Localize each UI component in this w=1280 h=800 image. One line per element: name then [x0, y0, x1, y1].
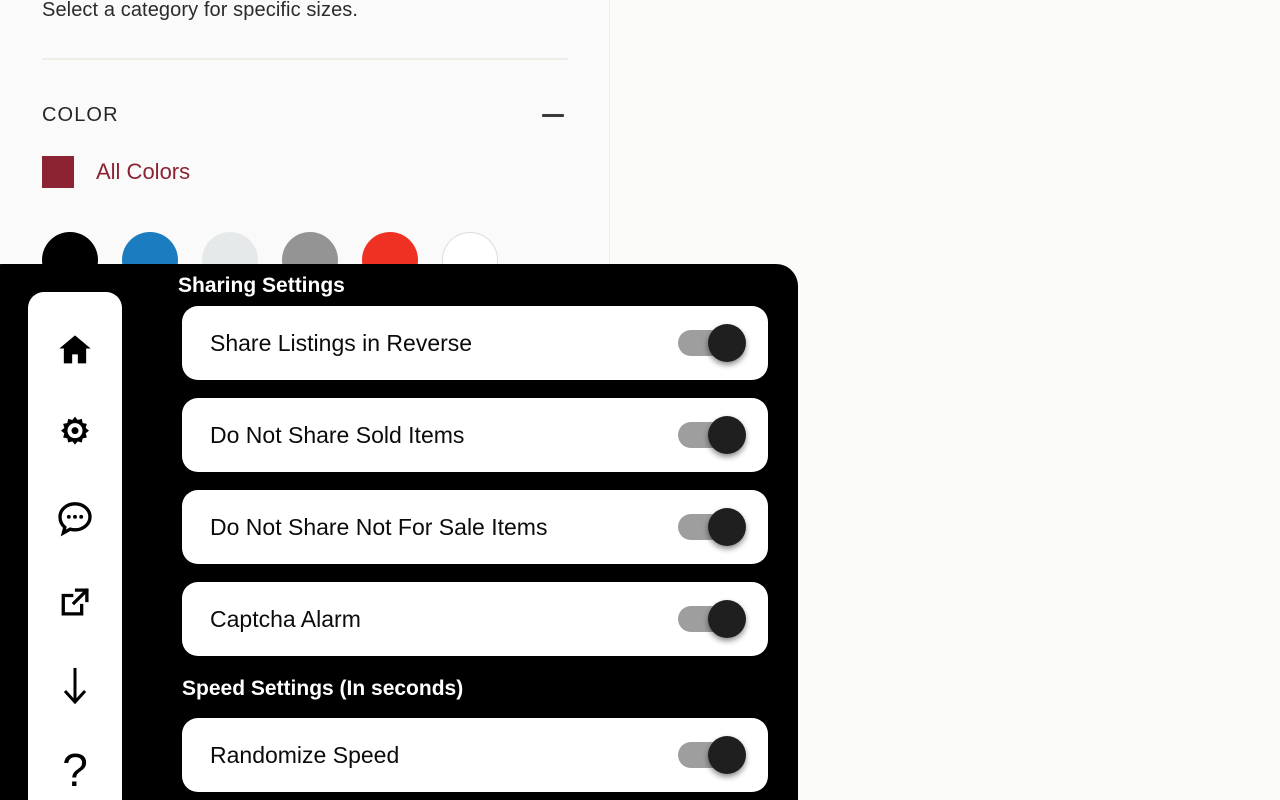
minus-icon-bar [542, 113, 564, 117]
toggle-knob [708, 416, 746, 454]
category-size-hint: Select a category for specific sizes. [42, 0, 359, 21]
chat-bubble-icon [55, 498, 95, 538]
external-link-icon [56, 583, 94, 621]
setting-label: Do Not Share Sold Items [210, 422, 465, 448]
rail-item-help[interactable]: ? [28, 728, 122, 800]
toggle-switch[interactable] [678, 600, 746, 638]
panel-title: Sharing Settings [178, 274, 345, 297]
setting-label: Captcha Alarm [210, 606, 361, 632]
rail-item-download[interactable] [28, 644, 122, 728]
setting-card[interactable]: Share Listings in Reverse [182, 306, 768, 380]
setting-card[interactable]: Randomize Speed [182, 718, 768, 792]
all-colors-label: All Colors [96, 159, 191, 184]
toggle-knob [708, 600, 746, 638]
sharing-settings-panel: Sharing Settings ? Share Listings in Rev… [0, 264, 798, 800]
color-section-title: COLOR [42, 104, 119, 126]
toggle-knob [708, 324, 746, 362]
toggle-knob [708, 508, 746, 546]
all-colors-swatch [42, 156, 74, 188]
toggle-switch[interactable] [678, 416, 746, 454]
rail-item-home[interactable] [28, 308, 122, 392]
rail-item-settings[interactable] [28, 392, 122, 476]
question-mark-icon: ? [62, 744, 88, 796]
speed-settings-heading: Speed Settings (In seconds) [182, 677, 464, 700]
gear-icon [55, 414, 95, 454]
color-section-header: COLOR [42, 100, 568, 130]
setting-label: Do Not Share Not For Sale Items [210, 514, 548, 540]
setting-label: Share Listings in Reverse [210, 330, 473, 356]
all-colors-option[interactable]: All Colors [42, 156, 190, 188]
minus-icon[interactable] [538, 100, 568, 130]
toggle-switch[interactable] [678, 508, 746, 546]
toggle-knob [708, 736, 746, 774]
setting-card[interactable]: Captcha Alarm [182, 582, 768, 656]
setting-label: Randomize Speed [210, 742, 400, 768]
home-icon [55, 330, 95, 370]
filter-divider [42, 58, 568, 60]
sharing-settings-list: Share Listings in Reverse Do Not Share So… [182, 306, 768, 656]
rail-item-chat[interactable] [28, 476, 122, 560]
down-arrow-icon [56, 664, 94, 708]
setting-card[interactable]: Do Not Share Sold Items [182, 398, 768, 472]
icon-rail: ? [28, 292, 122, 800]
toggle-switch[interactable] [678, 736, 746, 774]
setting-card[interactable]: Do Not Share Not For Sale Items [182, 490, 768, 564]
rail-item-open-new-tab[interactable] [28, 560, 122, 644]
toggle-switch[interactable] [678, 324, 746, 362]
settings-list: Share Listings in Reverse Do Not Share So… [182, 306, 768, 800]
speed-settings-list: Randomize Speed [182, 718, 768, 792]
